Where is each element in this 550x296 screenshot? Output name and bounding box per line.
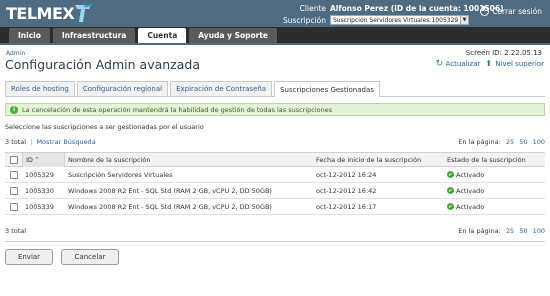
nav-tab-cuenta[interactable]: Cuenta bbox=[138, 28, 187, 43]
tab-expiracion-contrasena[interactable]: Expiración de Contraseña bbox=[170, 81, 273, 96]
up-level-label: Nivel superior bbox=[495, 60, 544, 68]
sub-tabs: Roles de hosting Configuración regional … bbox=[5, 81, 545, 97]
cell-state: ✔ Activado bbox=[444, 203, 545, 211]
cell-id: 1005329 bbox=[25, 170, 54, 179]
telmex-logo[interactable]: TELMEX bbox=[6, 3, 94, 23]
form-buttons: Enviar Cancelar bbox=[5, 249, 550, 265]
nav-tab-inicio[interactable]: Inicio bbox=[9, 28, 50, 43]
state-label: Activado bbox=[456, 202, 485, 211]
info-icon: i bbox=[10, 105, 18, 114]
table-row: 1005330 Windows 2008 R2 Ent - SQL Std (R… bbox=[5, 183, 545, 199]
select-all-checkbox[interactable] bbox=[9, 155, 18, 164]
check-circle-icon: ✔ bbox=[447, 171, 454, 178]
logout-label: Cerrar sesión bbox=[492, 7, 542, 16]
list-toolbar: 3 total | Mostrar Búsqueda En la página:… bbox=[5, 137, 545, 149]
separator: | bbox=[30, 138, 33, 146]
cell-name: Suscripción Servidores Virtuales bbox=[68, 170, 173, 179]
breadcrumb-admin[interactable]: Admin bbox=[6, 50, 25, 57]
column-id-label: ID bbox=[26, 155, 33, 164]
screen-id: Screen ID: 2.22.05.13 bbox=[465, 49, 542, 57]
list-footer: 3 total En la página: 25 50 100 bbox=[5, 226, 545, 238]
column-header-state[interactable]: Estado de la suscripción bbox=[444, 156, 545, 164]
cell-id: 1005339 bbox=[25, 202, 54, 211]
cell-date: oct-12-2012 16:17 bbox=[316, 202, 377, 211]
column-header-date[interactable]: Fecha de inicio de la suscripción bbox=[313, 156, 444, 164]
check-circle-icon: ✔ bbox=[447, 203, 454, 210]
tab-roles-hosting[interactable]: Roles de hosting bbox=[5, 81, 75, 96]
cell-date: oct-12-2012 16:42 bbox=[316, 186, 377, 195]
per-page-50[interactable]: 50 bbox=[519, 138, 527, 146]
refresh-button[interactable]: ↻ Actualizar bbox=[435, 59, 481, 69]
cancel-button[interactable]: Cancelar bbox=[61, 249, 119, 265]
telmex-logo-icon bbox=[72, 2, 94, 24]
page-title: Configuración Admin avanzada bbox=[5, 57, 200, 72]
subscription-select-value: Suscripción Servidores Virtuales:1005329 bbox=[333, 16, 459, 24]
refresh-icon: ↻ bbox=[435, 59, 444, 69]
state-label: Activado bbox=[456, 170, 485, 179]
page-header: Admin Configuración Admin avanzada Scree… bbox=[0, 45, 550, 81]
logo-text: TELMEX bbox=[6, 3, 75, 23]
per-page-label: En la página: bbox=[458, 138, 501, 146]
show-search-link[interactable]: Mostrar Búsqueda bbox=[36, 138, 95, 146]
page-size-selector: En la página: 25 50 100 bbox=[458, 138, 545, 146]
client-label: Cliente bbox=[299, 3, 326, 13]
page-size-selector-bottom: En la página: 25 50 100 bbox=[458, 227, 545, 235]
subscription-label: Suscripción bbox=[282, 15, 326, 25]
logout-link[interactable]: Cerrar sesión bbox=[480, 6, 542, 16]
power-icon bbox=[480, 6, 490, 16]
row-checkbox[interactable] bbox=[9, 202, 18, 211]
divider bbox=[5, 241, 545, 242]
column-header-name[interactable]: Nombre de la suscripción bbox=[65, 156, 313, 164]
cell-state: ✔ Activado bbox=[444, 171, 545, 179]
arrow-up-icon: ⬆ bbox=[485, 59, 493, 68]
up-level-button[interactable]: ⬆ Nivel superior bbox=[485, 59, 544, 69]
cell-name: Windows 2008 R2 Ent - SQL Std (RAM 2 GB,… bbox=[68, 186, 272, 195]
check-circle-icon: ✔ bbox=[447, 187, 454, 194]
top-header: TELMEX Cliente Alfonso Perez (ID de la c… bbox=[0, 0, 550, 27]
per-page-100[interactable]: 100 bbox=[533, 227, 545, 235]
client-value: Alfonso Perez (ID de la cuenta: 1001506) bbox=[330, 3, 504, 13]
tab-suscripciones-gestionadas[interactable]: Suscripciones Gestionadas bbox=[274, 81, 380, 97]
subscriptions-table: ID ^ Nombre de la suscripción Fecha de i… bbox=[5, 152, 545, 215]
per-page-100[interactable]: 100 bbox=[533, 138, 545, 146]
cell-date: oct-12-2012 16:24 bbox=[316, 170, 377, 179]
instruction-text: Seleccione las suscripciones a ser gesti… bbox=[5, 123, 204, 131]
cell-name: Windows 2008 R2 Ent - SQL Std (RAM 2 GB,… bbox=[68, 202, 272, 211]
per-page-label: En la página: bbox=[458, 227, 501, 235]
tab-configuracion-regional[interactable]: Configuración regional bbox=[76, 81, 169, 96]
table-row: 1005339 Windows 2008 R2 Ent - SQL Std (R… bbox=[5, 199, 545, 215]
main-nav: Inicio Infraestructura Cuenta Ayuda y So… bbox=[0, 27, 550, 45]
nav-tab-infraestructura[interactable]: Infraestructura bbox=[52, 28, 136, 43]
nav-tab-ayuda-soporte[interactable]: Ayuda y Soporte bbox=[189, 28, 278, 43]
total-count: 3 total bbox=[5, 138, 27, 146]
refresh-label: Actualizar bbox=[445, 60, 481, 68]
info-banner-text: La cancelación de esta operación mantend… bbox=[22, 105, 333, 114]
subscription-select[interactable]: Suscripción Servidores Virtuales:1005329… bbox=[330, 15, 469, 25]
send-button[interactable]: Enviar bbox=[5, 249, 53, 265]
row-checkbox[interactable] bbox=[9, 170, 18, 179]
info-banner: i La cancelación de esta operación mante… bbox=[5, 103, 545, 116]
sort-ascending-icon: ^ bbox=[34, 156, 40, 163]
table-header: ID ^ Nombre de la suscripción Fecha de i… bbox=[5, 152, 545, 167]
page-actions: ↻ Actualizar ⬆ Nivel superior bbox=[431, 59, 544, 69]
per-page-25[interactable]: 25 bbox=[506, 227, 514, 235]
row-checkbox[interactable] bbox=[9, 186, 18, 195]
chevron-down-icon: ▼ bbox=[460, 16, 468, 24]
per-page-25[interactable]: 25 bbox=[506, 138, 514, 146]
table-row: 1005329 Suscripción Servidores Virtuales… bbox=[5, 167, 545, 183]
client-info: Cliente Alfonso Perez (ID de la cuenta: … bbox=[282, 2, 504, 26]
cell-state: ✔ Activado bbox=[444, 187, 545, 195]
column-header-id[interactable]: ID ^ bbox=[22, 152, 65, 167]
cell-id: 1005330 bbox=[25, 186, 54, 195]
per-page-50[interactable]: 50 bbox=[519, 227, 527, 235]
state-label: Activado bbox=[456, 186, 485, 195]
total-count-bottom: 3 total bbox=[5, 227, 27, 235]
